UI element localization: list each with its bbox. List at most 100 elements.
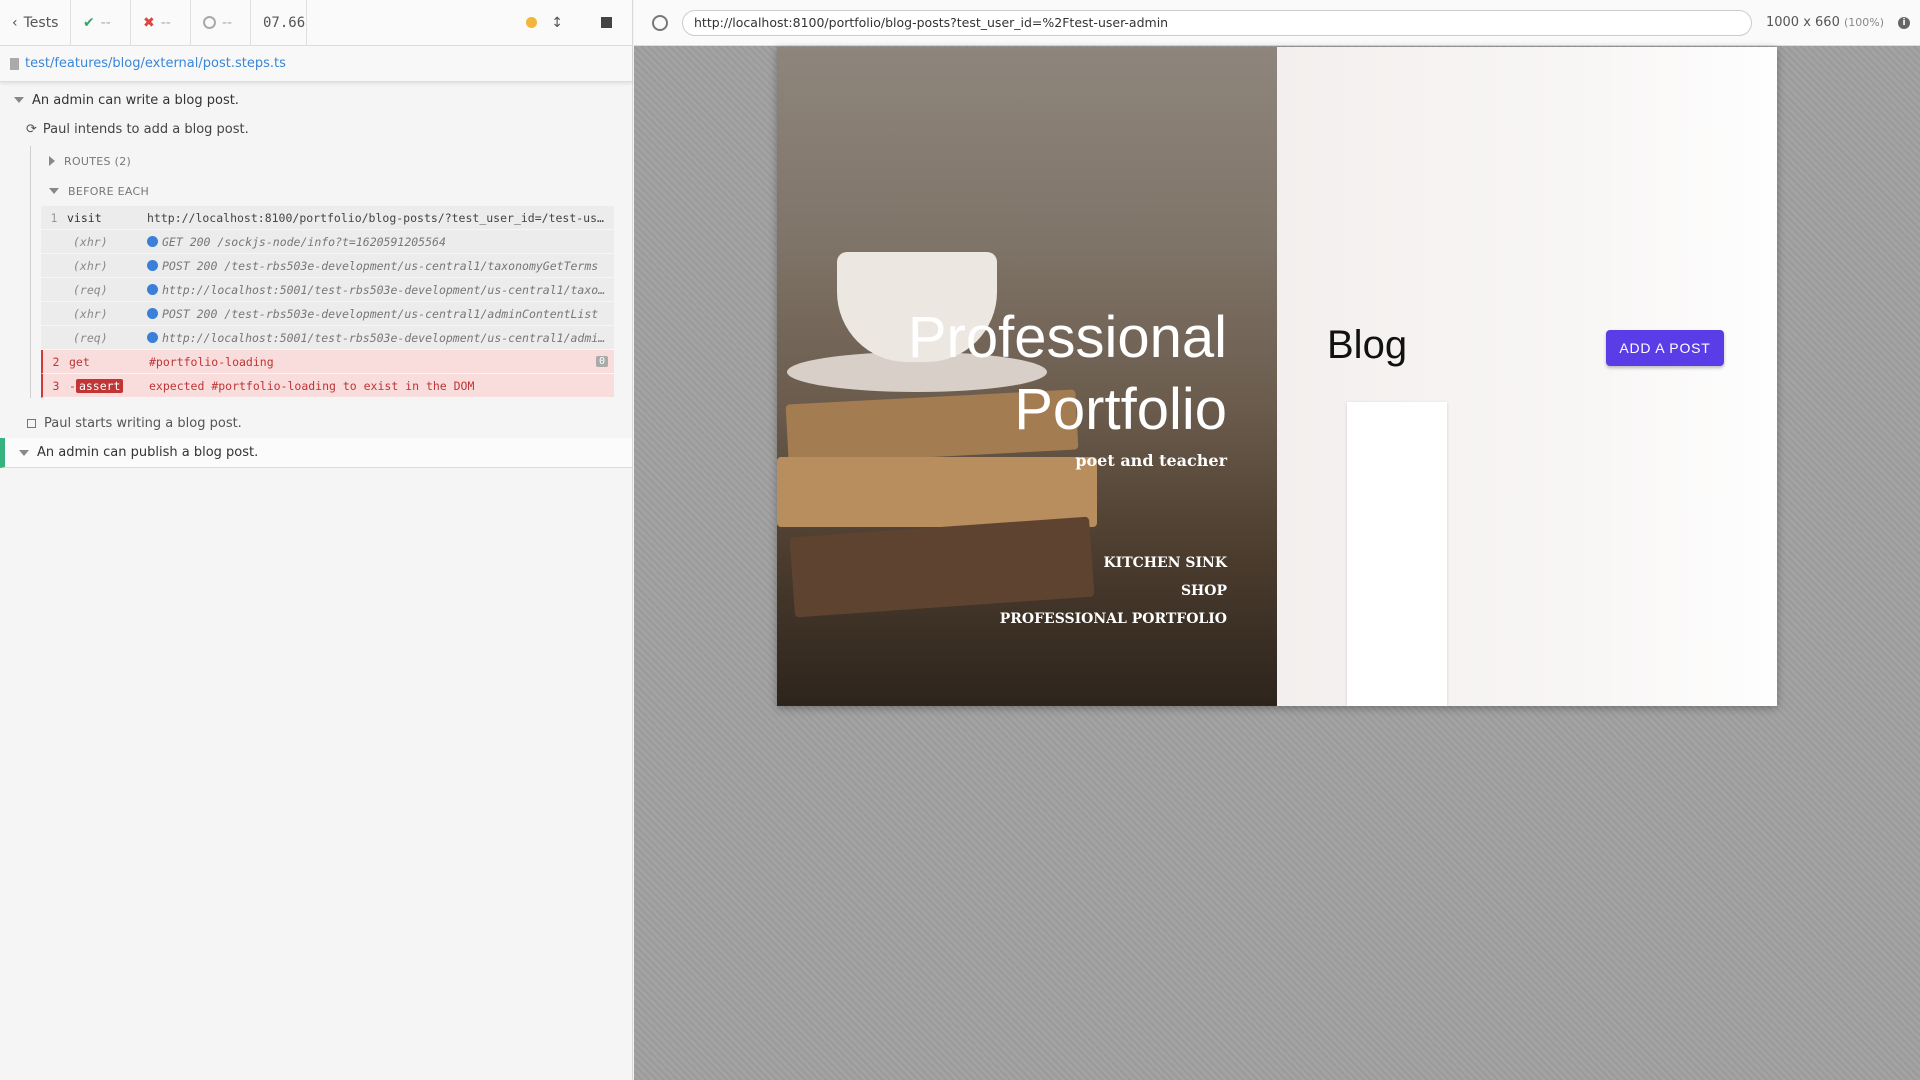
runner-header: ‹ Tests ✔ -- ✖ -- -- 07.66 ↕ bbox=[0, 0, 632, 46]
command-message: expected #portfolio-loading to exist in … bbox=[149, 379, 614, 393]
nav-link-kitchen-sink[interactable]: KITCHEN SINK bbox=[1000, 549, 1227, 577]
circle-icon bbox=[203, 16, 216, 29]
passed-count: ✔ -- bbox=[71, 0, 131, 46]
request-status-icon bbox=[147, 332, 158, 343]
pending-value: -- bbox=[222, 14, 233, 31]
hero-title-line: Professional bbox=[907, 305, 1227, 370]
command-message: http://localhost:5001/test-rbs503e-devel… bbox=[162, 282, 608, 297]
checkbox-empty-icon bbox=[27, 418, 36, 428]
hero-title-line: Portfolio bbox=[1014, 377, 1227, 442]
suite-item[interactable]: An admin can publish a blog post. bbox=[0, 438, 632, 468]
command-message: GET 200 /sockjs-node/info?t=162059120556… bbox=[162, 234, 446, 249]
command-log-panel: ‹ Tests ✔ -- ✖ -- -- 07.66 ↕ test/featur… bbox=[0, 0, 633, 1080]
chevron-left-icon: ‹ bbox=[12, 14, 18, 31]
before-each-toggle[interactable]: BEFORE EACH bbox=[41, 176, 613, 206]
add-post-button[interactable]: ADD A POST bbox=[1606, 330, 1724, 366]
command-name: visit bbox=[67, 210, 102, 225]
command-list: 1 visit http://localhost:8100/portfolio/… bbox=[41, 206, 614, 398]
app-under-test: Professional Portfolio poet and teacher … bbox=[777, 47, 1777, 706]
request-status-icon bbox=[147, 260, 158, 271]
nav-link-professional-portfolio[interactable]: PROFESSIONAL PORTFOLIO bbox=[1000, 605, 1227, 633]
viewport-dimensions: 1000 x 660 bbox=[1765, 15, 1840, 30]
test-hooks: ROUTES (2) BEFORE EACH 1 visit http://lo… bbox=[30, 146, 614, 398]
command-name: (xhr) bbox=[73, 258, 108, 273]
command-message: POST 200 /test-rbs503e-development/us-ce… bbox=[162, 258, 599, 273]
command-message: http://localhost:8100/portfolio/blog-pos… bbox=[147, 210, 614, 225]
command-message: #portfolio-loading bbox=[149, 354, 274, 369]
selector-playground-icon[interactable] bbox=[652, 14, 668, 31]
file-icon bbox=[10, 57, 19, 70]
app-preview-panel: http://localhost:8100/portfolio/blog-pos… bbox=[634, 0, 1920, 1080]
assert-text: expected bbox=[149, 378, 212, 393]
back-label: Tests bbox=[23, 14, 59, 31]
hero-section: Professional Portfolio poet and teacher … bbox=[777, 47, 1277, 706]
suite-title: An admin can write a blog post. bbox=[32, 92, 239, 108]
running-indicator-icon bbox=[526, 17, 538, 28]
command-row[interactable]: (req) http://localhost:5001/test-rbs503e… bbox=[41, 326, 614, 350]
command-number: 3 bbox=[52, 378, 60, 393]
pending-test[interactable]: Paul starts writing a blog post. bbox=[0, 408, 632, 438]
command-name: (xhr) bbox=[73, 306, 108, 321]
pending-count: -- bbox=[191, 0, 251, 46]
caret-down-icon bbox=[14, 97, 24, 103]
command-name: (xhr) bbox=[73, 234, 108, 249]
running-test[interactable]: ⟳ Paul intends to add a blog post. bbox=[0, 114, 632, 144]
browser-url-bar: http://localhost:8100/portfolio/blog-pos… bbox=[634, 0, 1920, 46]
caret-right-icon bbox=[49, 156, 55, 166]
element-count-badge: 0 bbox=[595, 356, 608, 367]
command-name: (req) bbox=[73, 282, 108, 297]
command-prefix: - bbox=[69, 378, 76, 393]
spec-file-link[interactable]: test/features/blog/external/post.steps.t… bbox=[25, 56, 286, 71]
request-status-icon bbox=[147, 236, 158, 247]
command-row-failed[interactable]: 2 get #portfolio-loading 0 bbox=[41, 350, 614, 374]
viewport-zoom: (100%) bbox=[1843, 16, 1885, 29]
hero-title: Professional Portfolio bbox=[908, 302, 1227, 446]
command-row[interactable]: (xhr) POST 200 /test-rbs503e-development… bbox=[41, 302, 614, 326]
assert-badge: assert bbox=[75, 378, 124, 393]
cross-icon: ✖ bbox=[143, 14, 155, 31]
command-name: (req) bbox=[73, 330, 108, 345]
assert-selector: #portfolio-loading bbox=[211, 378, 336, 393]
nav-link-shop[interactable]: SHOP bbox=[1000, 577, 1227, 605]
command-row-failed[interactable]: 3 - assert expected #portfolio-loading to… bbox=[41, 374, 614, 398]
blog-post-card[interactable] bbox=[1347, 402, 1447, 706]
hero-nav: KITCHEN SINK SHOP PROFESSIONAL PORTFOLIO bbox=[1000, 549, 1227, 633]
request-status-icon bbox=[147, 308, 158, 319]
before-each-label: BEFORE EACH bbox=[68, 184, 150, 198]
url-field[interactable]: http://localhost:8100/portfolio/blog-pos… bbox=[682, 9, 1752, 36]
command-message: http://localhost:5001/test-rbs503e-devel… bbox=[162, 330, 608, 345]
duration: 07.66 bbox=[251, 0, 307, 46]
caret-down-icon bbox=[19, 449, 29, 456]
suite-item[interactable]: An admin can write a blog post. bbox=[0, 86, 632, 114]
suite-title: An admin can publish a blog post. bbox=[37, 445, 259, 460]
assert-text: to exist in the DOM bbox=[335, 378, 475, 393]
routes-label: ROUTES (2) bbox=[64, 154, 132, 168]
spec-file-path: test/features/blog/external/post.steps.t… bbox=[0, 46, 632, 82]
command-number: 1 bbox=[50, 210, 58, 225]
command-row[interactable]: (req) http://localhost:5001/test-rbs503e… bbox=[41, 278, 614, 302]
command-row[interactable]: 1 visit http://localhost:8100/portfolio/… bbox=[41, 206, 614, 230]
failed-value: -- bbox=[160, 14, 171, 31]
request-status-icon bbox=[147, 284, 158, 295]
command-row[interactable]: (xhr) GET 200 /sockjs-node/info?t=162059… bbox=[41, 230, 614, 254]
passed-value: -- bbox=[100, 14, 111, 31]
caret-down-icon bbox=[49, 188, 59, 194]
running-spinner-icon: ⟳ bbox=[26, 121, 37, 137]
autoscroll-toggle-icon[interactable]: ↕ bbox=[551, 15, 563, 31]
command-number: 2 bbox=[52, 354, 60, 369]
hero-subtitle: poet and teacher bbox=[1075, 451, 1227, 470]
check-icon: ✔ bbox=[83, 14, 95, 31]
stop-icon[interactable] bbox=[601, 17, 612, 28]
command-name: - assert bbox=[69, 378, 149, 393]
command-message: POST 200 /test-rbs503e-development/us-ce… bbox=[162, 306, 599, 321]
back-to-tests-button[interactable]: ‹ Tests bbox=[0, 0, 71, 46]
viewport-size: 1000 x 660 (100%) bbox=[1766, 15, 1884, 30]
routes-toggle[interactable]: ROUTES (2) bbox=[41, 146, 613, 176]
test-title: Paul intends to add a blog post. bbox=[42, 121, 249, 137]
blog-section: Blog ADD A POST bbox=[1277, 47, 1777, 706]
command-row[interactable]: (xhr) POST 200 /test-rbs503e-development… bbox=[41, 254, 614, 278]
test-title: Paul starts writing a blog post. bbox=[44, 415, 242, 431]
blog-title: Blog bbox=[1327, 323, 1408, 367]
info-icon[interactable]: i bbox=[1898, 16, 1910, 29]
failed-count: ✖ -- bbox=[131, 0, 191, 46]
